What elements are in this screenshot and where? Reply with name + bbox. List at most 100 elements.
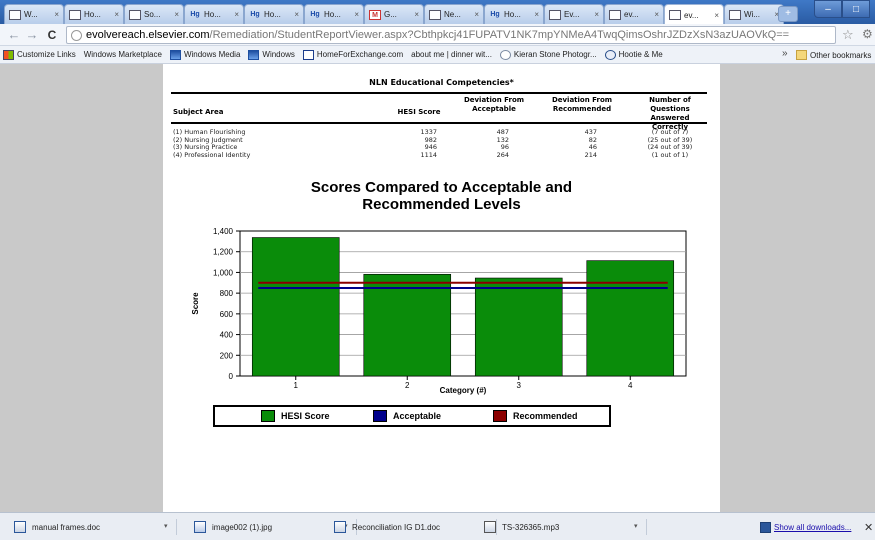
bookmark-label: Kieran Stone Photogr... [513, 50, 597, 59]
tab-close-icon[interactable]: × [414, 10, 419, 19]
bookmark-item[interactable]: Customize Links [3, 49, 76, 60]
y-tick-label: 1,000 [213, 268, 234, 277]
download-item[interactable]: TS-326365.mp3 [484, 518, 559, 536]
bookmarks-overflow-button[interactable]: » [782, 48, 788, 59]
y-tick-label: 400 [220, 331, 234, 340]
browser-tab[interactable]: Wi... × [724, 4, 784, 24]
browser-tab[interactable]: Hg Ho... × [304, 4, 364, 24]
browser-tab[interactable]: So... × [124, 4, 184, 24]
show-all-downloads-link[interactable]: Show all downloads... [774, 523, 851, 532]
bookmark-item[interactable]: Windows Media [169, 49, 241, 60]
bookmark-item[interactable]: Windows [248, 49, 295, 60]
ks-icon [499, 49, 511, 60]
tab-close-icon[interactable]: × [294, 10, 299, 19]
doc-file-icon [14, 521, 26, 533]
legend-label: HESI Score [281, 411, 330, 421]
bookmark-star-icon[interactable]: ☆ [842, 27, 854, 43]
x-tick-label: 4 [628, 381, 633, 390]
ms-icon [3, 49, 14, 60]
download-menu-icon[interactable]: ▾ [164, 522, 168, 530]
browser-tab[interactable]: Hg Ho... × [184, 4, 244, 24]
header-num-correct: Number of Questions Answered Correctly [649, 96, 691, 131]
cell-dev-rec: 214 [584, 150, 597, 159]
tab-label: So... [144, 10, 161, 19]
bookmark-item[interactable]: Hootie & Me [604, 49, 663, 60]
other-bookmarks-label: Other bookmarks [810, 50, 872, 60]
bookmark-item[interactable]: Windows Marketplace [84, 50, 162, 59]
browser-tab[interactable]: ev... × [604, 4, 664, 24]
page-icon [669, 10, 681, 20]
browser-tab[interactable]: W... × [4, 4, 64, 24]
download-separator [646, 519, 647, 535]
browser-tab[interactable]: Ho... × [64, 4, 124, 24]
legend-swatch [261, 410, 275, 422]
tab-close-icon[interactable]: × [654, 10, 659, 19]
page-icon [129, 9, 141, 20]
downloads-bar: Show all downloads... ✕ manual frames.do… [0, 512, 875, 540]
download-filename: TS-326365.mp3 [502, 522, 560, 532]
y-tick-label: 0 [229, 372, 234, 381]
bookmark-item[interactable]: Kieran Stone Photogr... [499, 49, 597, 60]
download-filename: image002 (1).jpg [212, 522, 273, 532]
bookmark-label: Windows Media [183, 50, 241, 59]
url-host: evolvereach.elsevier.com [86, 29, 210, 41]
bookmark-label: Windows [262, 50, 295, 59]
tab-close-icon[interactable]: × [174, 10, 179, 19]
reload-button[interactable]: C [44, 27, 60, 43]
mp3-file-icon [484, 521, 496, 533]
legend-swatch [373, 410, 387, 422]
minimize-button[interactable]: – [814, 0, 842, 18]
new-tab-button[interactable]: + [778, 6, 798, 22]
bookmark-label: about me | dinner wit... [411, 50, 492, 59]
bookmark-label: Customize Links [17, 50, 76, 59]
browser-tab[interactable]: Hg Ho... × [244, 4, 304, 24]
url-field[interactable]: evolvereach.elsevier.com/Remediation/Stu… [66, 26, 836, 44]
y-tick-label: 200 [220, 351, 234, 360]
browser-tab[interactable]: Ne... × [424, 4, 484, 24]
legend-item: Recommended [493, 410, 578, 422]
download-item[interactable]: image002 (1).jpg [194, 518, 272, 536]
tab-close-icon[interactable]: × [714, 11, 719, 20]
chart-title-line2: Recommended Levels [362, 196, 521, 213]
tab-close-icon[interactable]: × [54, 10, 59, 19]
download-item[interactable]: manual frames.doc [14, 518, 100, 536]
download-filename: manual frames.doc [32, 522, 101, 532]
back-button[interactable]: ← [6, 27, 22, 43]
bookmark-item[interactable]: about me | dinner wit... [411, 50, 492, 59]
hg-icon: Hg [490, 10, 500, 18]
tab-close-icon[interactable]: × [474, 10, 479, 19]
browser-tab[interactable]: Hg Ho... × [484, 4, 544, 24]
competencies-title: NLN Educational Competencies* [369, 78, 514, 87]
x-tick-label: 2 [405, 381, 410, 390]
page-icon [429, 9, 441, 20]
chart-title: Scores Compared to Acceptable and Recomm… [163, 179, 720, 213]
table-header-rule [171, 122, 707, 124]
tab-close-icon[interactable]: × [594, 10, 599, 19]
close-icon[interactable]: ✕ [864, 521, 873, 534]
browser-tab[interactable]: Ev... × [544, 4, 604, 24]
browser-tab[interactable]: M G... × [364, 4, 424, 24]
forward-button[interactable]: → [24, 27, 40, 43]
report-sheet: NLN Educational Competencies* Subject Ar… [163, 64, 720, 512]
chart-legend: HESI Score Acceptable Recommended [213, 405, 611, 427]
download-item[interactable]: Reconciliation IG D1.doc [334, 518, 440, 536]
page-icon [549, 9, 561, 20]
cell-subject: (4) Professional Identity [173, 150, 251, 159]
bookmark-item[interactable]: HomeForExchange.com [302, 49, 403, 60]
tab-label: Ho... [504, 10, 521, 19]
tab-close-icon[interactable]: × [234, 10, 239, 19]
tab-strip: Wi... × ev... × ev... × Ev... × Hg Ho... × Ne... × M G… [0, 0, 875, 24]
other-bookmarks[interactable]: Other bookmarks [796, 46, 871, 64]
tab-label: Ho... [264, 10, 281, 19]
tab-label: G... [384, 10, 397, 19]
wrench-icon[interactable]: ⚙ [862, 27, 873, 41]
maximize-button[interactable]: □ [842, 0, 870, 18]
downloads-icon [760, 522, 771, 533]
download-filename: Reconciliation IG D1.doc [352, 522, 441, 532]
y-tick-label: 600 [220, 310, 234, 319]
tab-close-icon[interactable]: × [354, 10, 359, 19]
download-menu-icon[interactable]: ▾ [634, 522, 638, 530]
tab-close-icon[interactable]: × [534, 10, 539, 19]
browser-tab[interactable]: ev... × [664, 4, 724, 24]
tab-close-icon[interactable]: × [114, 10, 119, 19]
